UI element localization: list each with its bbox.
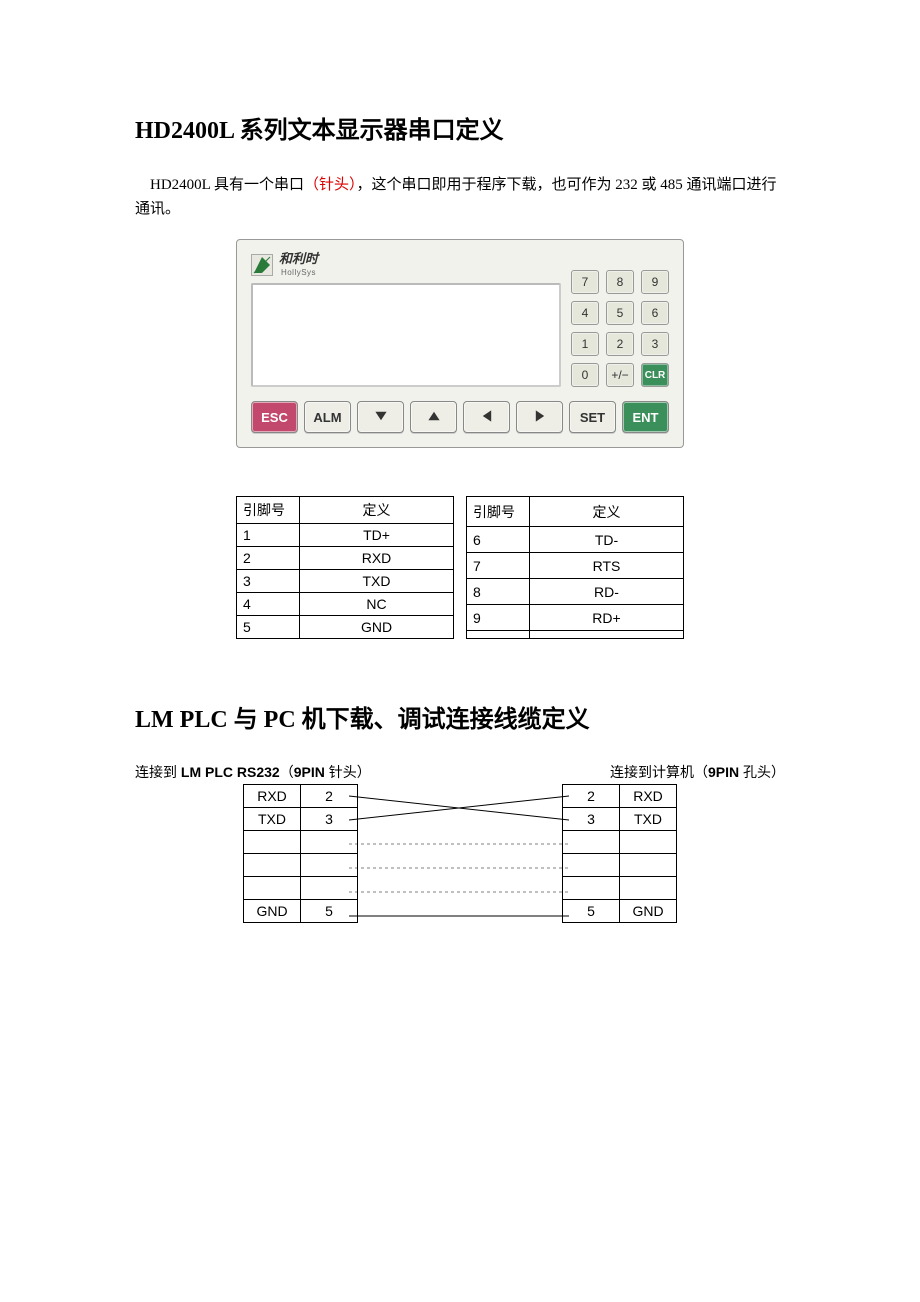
intro-pre: HD2400L 具有一个串口 — [150, 177, 304, 193]
table-row: RXD2 — [244, 785, 358, 808]
logo-mark-icon — [251, 254, 273, 276]
logo-en: HollySys — [281, 268, 316, 277]
cable-wires-icon — [349, 784, 569, 938]
section1-title: HD2400L 系列文本显示器串口定义 — [135, 110, 785, 145]
table-row: 2RXD — [237, 547, 454, 570]
right-arrow-button[interactable] — [516, 401, 563, 433]
table-row: 3TXD — [237, 570, 454, 593]
pin-header: 引脚号 — [237, 497, 300, 524]
logo-cn: 和利时 — [279, 251, 318, 266]
table-row: 6TD- — [467, 527, 684, 553]
esc-button[interactable]: ESC — [251, 401, 298, 433]
key-8[interactable]: 8 — [606, 270, 634, 294]
table-row — [244, 877, 358, 900]
cable-left-label: 连接到 LM PLC RS232（9PIN 针头） — [135, 762, 371, 782]
table-row: 7RTS — [467, 553, 684, 579]
triangle-up-icon — [427, 409, 441, 426]
pinout-table-right: 引脚号 定义 6TD- 7RTS 8RD- 9RD+ — [466, 496, 684, 639]
pinout-table-left: 引脚号 定义 1TD+ 2RXD 3TXD 4NC 5GND — [236, 496, 454, 639]
up-arrow-button[interactable] — [410, 401, 457, 433]
table-row: 5GND — [237, 616, 454, 639]
device-logo: 和利时 HollySys — [251, 252, 557, 277]
key-4[interactable]: 4 — [571, 301, 599, 325]
function-button-row: ESC ALM SET ENT — [251, 401, 669, 433]
section1-intro: HD2400L 具有一个串口（针头），这个串口即用于程序下载，也可作为 232 … — [135, 173, 785, 221]
intro-red: （针头） — [304, 177, 357, 193]
table-row: TXD3 — [244, 808, 358, 831]
set-button[interactable]: SET — [569, 401, 616, 433]
table-row — [563, 831, 677, 854]
table-row — [563, 854, 677, 877]
key-7[interactable]: 7 — [571, 270, 599, 294]
table-row — [244, 831, 358, 854]
left-arrow-button[interactable] — [463, 401, 510, 433]
pin-header: 引脚号 — [467, 497, 530, 527]
key-6[interactable]: 6 — [641, 301, 669, 325]
table-row — [467, 631, 684, 639]
triangle-right-icon — [533, 409, 547, 426]
section2-title: LM PLC 与 PC 机下载、调试连接线缆定义 — [135, 699, 785, 734]
key-5[interactable]: 5 — [606, 301, 634, 325]
device-lcd-screen — [251, 283, 561, 387]
table-row: 8RD- — [467, 579, 684, 605]
cable-labels: 连接到 LM PLC RS232（9PIN 针头） 连接到计算机（9PIN 孔头… — [135, 762, 785, 782]
table-row: 2RXD — [563, 785, 677, 808]
cable-diagram: RXD2 TXD3 GND5 2RXD 3TXD 5GND — [135, 784, 785, 938]
table-row: 3TXD — [563, 808, 677, 831]
def-header: 定义 — [530, 497, 684, 527]
pinout-tables: 引脚号 定义 1TD+ 2RXD 3TXD 4NC 5GND 引脚号 定义 6T… — [236, 496, 684, 639]
def-header: 定义 — [300, 497, 454, 524]
cable-right-label: 连接到计算机（9PIN 孔头） — [610, 762, 785, 782]
ent-button[interactable]: ENT — [622, 401, 669, 433]
alm-button[interactable]: ALM — [304, 401, 351, 433]
cable-right-table: 2RXD 3TXD 5GND — [562, 784, 677, 923]
table-row: 1TD+ — [237, 524, 454, 547]
table-row: GND5 — [244, 900, 358, 923]
numeric-keypad: 7 8 9 4 5 6 1 2 3 0 +/− CLR — [571, 252, 669, 387]
hmi-device-panel: 和利时 HollySys 7 8 9 4 5 6 1 2 3 0 — [236, 239, 684, 448]
triangle-down-icon — [374, 409, 388, 426]
table-row: 5GND — [563, 900, 677, 923]
key-0[interactable]: 0 — [571, 363, 599, 387]
table-row: 9RD+ — [467, 605, 684, 631]
table-row — [563, 877, 677, 900]
key-9[interactable]: 9 — [641, 270, 669, 294]
down-arrow-button[interactable] — [357, 401, 404, 433]
table-row: 4NC — [237, 593, 454, 616]
table-row — [244, 854, 358, 877]
key-2[interactable]: 2 — [606, 332, 634, 356]
triangle-left-icon — [480, 409, 494, 426]
key-clr[interactable]: CLR — [641, 363, 669, 387]
key-3[interactable]: 3 — [641, 332, 669, 356]
cable-left-table: RXD2 TXD3 GND5 — [243, 784, 358, 923]
key-plus-minus[interactable]: +/− — [606, 363, 634, 387]
key-1[interactable]: 1 — [571, 332, 599, 356]
